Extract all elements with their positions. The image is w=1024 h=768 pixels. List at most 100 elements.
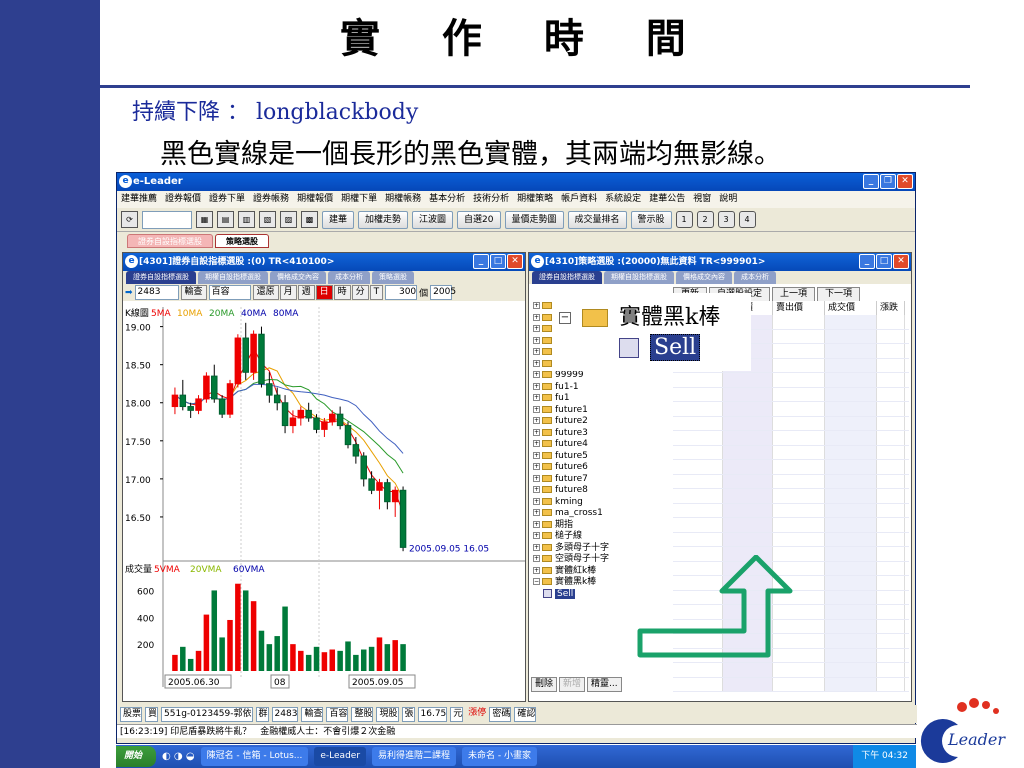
tree-item[interactable]: + future6 — [529, 462, 669, 474]
expand-icon[interactable]: + — [533, 302, 540, 309]
expand-icon[interactable]: + — [533, 382, 540, 390]
grid-icon[interactable]: ▦ — [196, 211, 213, 228]
tree-item[interactable]: + future7 — [529, 474, 669, 486]
table-row[interactable] — [673, 518, 909, 533]
grid-column-header[interactable]: 賣出價 — [773, 301, 825, 315]
expand-icon[interactable]: + — [533, 555, 540, 562]
expand-icon[interactable]: + — [533, 313, 540, 321]
expand-icon[interactable]: + — [533, 394, 540, 401]
menu-item[interactable]: 證券下單 — [209, 191, 245, 208]
grid-column-header[interactable]: 漲跌 — [877, 301, 905, 315]
toolbar-dropdown[interactable] — [142, 210, 192, 229]
status-field[interactable]: 整股 — [351, 706, 374, 722]
layout-number-button[interactable]: 1 — [675, 211, 693, 228]
subtab[interactable]: 證券自設指標選股 — [126, 271, 196, 284]
status-field[interactable]: 現股 — [376, 706, 399, 722]
taskbar-task[interactable]: 陳冠名 - 信箱 - Lotus... — [200, 747, 309, 766]
expand-icon[interactable]: + — [533, 451, 540, 459]
collapse-icon[interactable]: − — [559, 312, 571, 324]
refresh-icon[interactable]: ⟳ — [121, 211, 138, 228]
expand-icon[interactable]: + — [533, 417, 540, 424]
toolbar-button[interactable]: 自選20 — [457, 210, 501, 229]
tree-item[interactable]: + future1 — [529, 405, 669, 417]
list-icon[interactable]: ▥ — [238, 211, 255, 228]
status-field[interactable]: 元 — [450, 706, 464, 722]
layout-number-button[interactable]: 3 — [717, 211, 735, 228]
menu-item[interactable]: 建華公告 — [649, 191, 685, 208]
restore-button[interactable]: ❐ — [880, 174, 896, 189]
query-button[interactable]: 輸查 — [180, 285, 207, 300]
expand-icon[interactable]: + — [533, 325, 540, 332]
go-arrow-icon[interactable]: ➡ — [125, 288, 133, 298]
expand-icon[interactable]: − — [533, 578, 540, 585]
status-field[interactable]: 551g-0123459-郭依 — [161, 706, 253, 722]
calc-icon[interactable]: ▤ — [217, 211, 234, 228]
expand-icon[interactable]: + — [533, 348, 540, 355]
toolbar-button[interactable]: 加權走勢 — [358, 210, 409, 229]
tree-item[interactable]: + future5 — [529, 451, 669, 463]
expand-icon[interactable]: + — [533, 486, 540, 493]
toolbar-button[interactable]: 建華 — [322, 210, 355, 229]
status-field[interactable]: 密碼 — [489, 706, 512, 722]
menu-item[interactable]: 基本分析 — [429, 191, 465, 208]
tree-item[interactable]: + fu1-1 — [529, 382, 669, 394]
grid-column-header[interactable]: 成交價 — [825, 301, 877, 315]
tree-item[interactable]: + 槌子線 — [529, 531, 669, 543]
tree-item[interactable]: +99999 — [529, 370, 669, 382]
table-row[interactable] — [673, 373, 909, 388]
pane-close-button[interactable]: ✕ — [507, 254, 523, 269]
period-button[interactable]: 月 — [279, 285, 297, 300]
status-field[interactable]: 百容 — [326, 706, 349, 722]
table-row[interactable] — [673, 532, 909, 547]
pane-minimize-button[interactable]: _ — [859, 254, 875, 269]
tree-item[interactable]: + kming — [529, 497, 669, 509]
period-button[interactable]: 還原 — [252, 285, 279, 300]
table-row[interactable] — [673, 402, 909, 417]
expand-icon[interactable]: + — [533, 520, 540, 528]
menu-item[interactable]: 技術分析 — [473, 191, 509, 208]
period-button[interactable]: 時 — [333, 285, 351, 300]
menu-item[interactable]: 帳戶資料 — [561, 191, 597, 208]
expand-icon[interactable]: + — [533, 405, 540, 413]
expand-icon[interactable]: + — [533, 463, 540, 470]
expand-icon[interactable]: + — [533, 497, 540, 505]
tree-action-button[interactable]: 刪除 — [531, 677, 558, 692]
status-field[interactable]: 股票 — [120, 706, 143, 722]
expand-icon[interactable]: + — [533, 543, 540, 551]
tree-action-button[interactable]: 精靈... — [587, 677, 622, 692]
status-field[interactable]: 確認 — [514, 706, 537, 722]
menu-item[interactable]: 期權策略 — [517, 191, 553, 208]
table-row[interactable] — [673, 503, 909, 518]
table-row[interactable] — [673, 445, 909, 460]
tree-item[interactable]: + 多頭母子十字 — [529, 543, 669, 555]
menu-item[interactable]: 期權帳務 — [385, 191, 421, 208]
status-field[interactable]: 漲停 — [466, 707, 486, 722]
period-button[interactable]: T — [369, 285, 384, 300]
subtab[interactable]: 期權自設指標選股 — [198, 271, 268, 284]
table-row[interactable] — [673, 677, 909, 692]
report-icon[interactable]: ▨ — [280, 211, 297, 228]
tree-item[interactable]: + future3 — [529, 428, 669, 440]
menu-item[interactable]: 期權下單 — [341, 191, 377, 208]
subtab[interactable]: 價格成交內容 — [676, 271, 732, 284]
toolbar-button[interactable]: 量價走勢圖 — [504, 210, 564, 229]
tab-indicator-selection[interactable]: 證券自設指標選股 — [127, 234, 213, 248]
subtab[interactable]: 成本分析 — [328, 271, 370, 284]
minimize-button[interactable]: _ — [863, 174, 879, 189]
pane-restore-button[interactable]: □ — [490, 254, 506, 269]
expand-icon[interactable]: + — [533, 440, 540, 447]
menu-item[interactable]: 期權報價 — [297, 191, 333, 208]
tree-item[interactable]: + ma_cross1 — [529, 508, 669, 520]
period-button[interactable]: 分 — [351, 285, 369, 300]
subtab[interactable]: 策略選股 — [372, 271, 414, 284]
expand-icon[interactable]: + — [533, 359, 540, 367]
grid-action-button[interactable]: 上一項 — [772, 287, 816, 302]
subtab[interactable]: 證券自設指標選股 — [532, 271, 602, 284]
status-field[interactable]: 群 — [255, 706, 269, 722]
info-icon[interactable]: ▩ — [301, 211, 318, 228]
menu-item[interactable]: 系統設定 — [605, 191, 641, 208]
toolbar-button[interactable]: 警示股 — [630, 210, 672, 229]
menu-item[interactable]: 視窗 — [693, 191, 711, 208]
tree-action-button[interactable]: 新增 — [559, 677, 586, 692]
expand-icon[interactable]: + — [533, 474, 540, 482]
